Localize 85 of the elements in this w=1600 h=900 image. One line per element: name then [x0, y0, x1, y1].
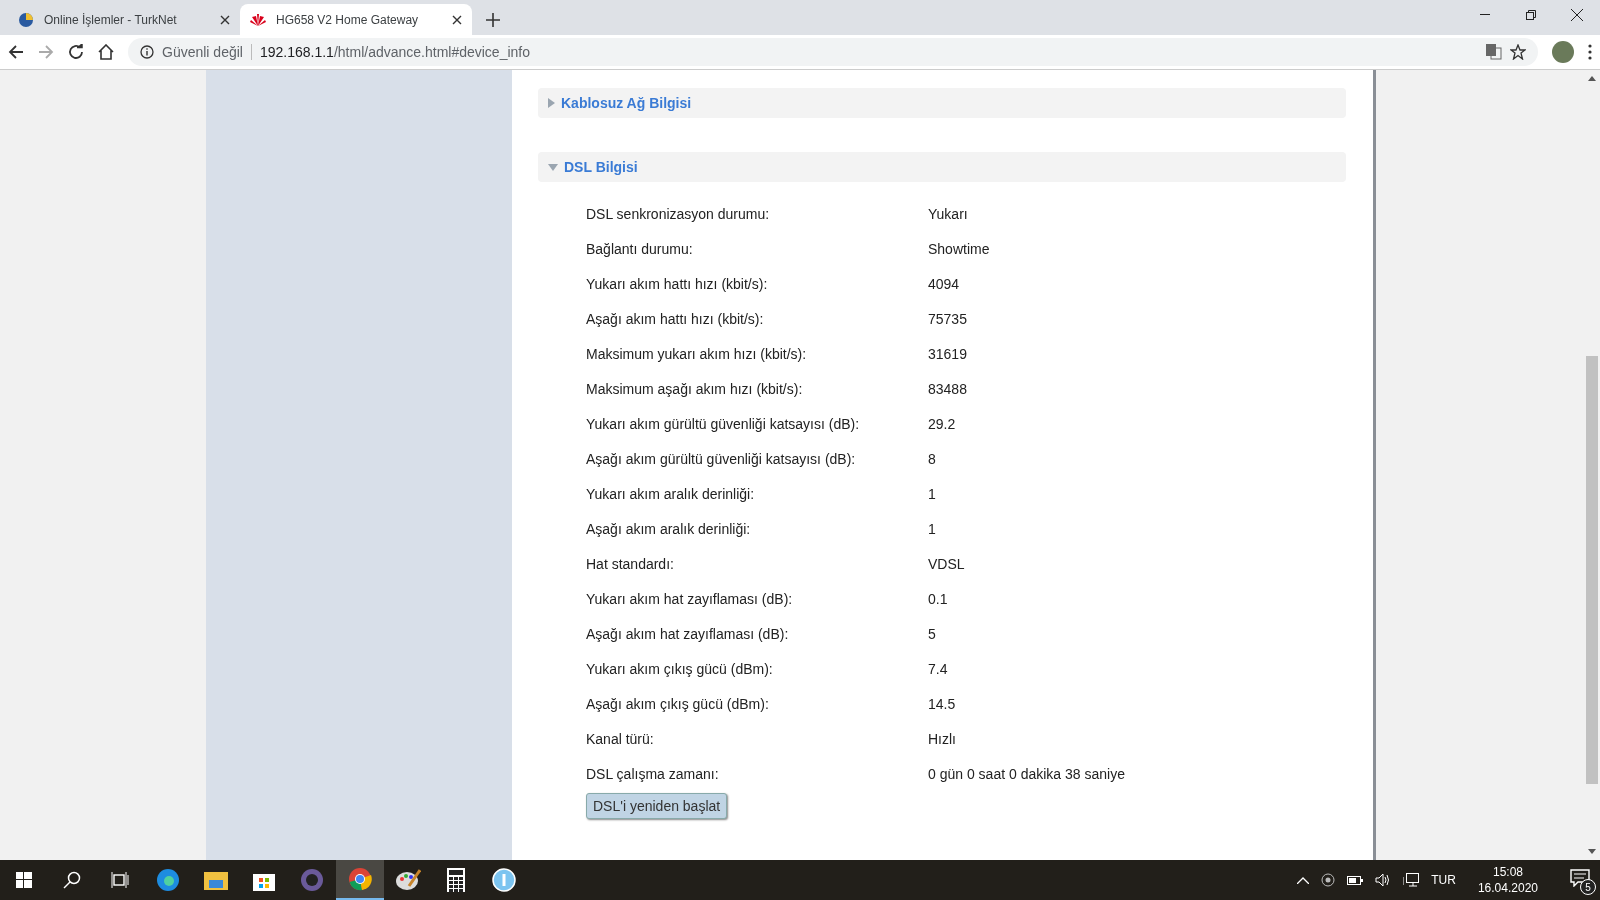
field-label: Kanal türü:: [586, 729, 655, 749]
field-value: Showtime: [928, 239, 991, 259]
orb-icon: [300, 868, 324, 892]
section-header[interactable]: DSL Bilgisi: [538, 152, 1346, 182]
field-label: Yukarı akım hattı hızı (kbit/s):: [586, 274, 769, 294]
time-text: 15:08: [1492, 865, 1523, 879]
windows-icon[interactable]: [16, 872, 32, 888]
browser-tab[interactable]: Online İşlemler - TurkNet: [8, 4, 240, 35]
field-value: 31619: [928, 344, 968, 364]
notification-count: 5: [1580, 879, 1596, 895]
field-value: 75735: [928, 309, 968, 329]
scroll-down-icon[interactable]: [1587, 849, 1596, 854]
battery-icon[interactable]: [1347, 875, 1364, 885]
section-header[interactable]: Kablosuz Ağ Bilgisi: [538, 88, 1346, 118]
close-icon[interactable]: [1571, 9, 1583, 21]
field-value: 4094: [928, 274, 961, 294]
field-label: Aşağı akım aralık derinliği:: [586, 519, 752, 539]
folder-icon: [204, 870, 228, 890]
field-value: 1: [928, 519, 937, 539]
chevron-up-icon[interactable]: [1297, 876, 1310, 884]
language-indicator[interactable]: TUR: [1431, 873, 1456, 887]
field-label: Maksimum aşağı akım hızı (kbit/s):: [586, 379, 804, 399]
back-arrow-icon[interactable]: [8, 44, 24, 60]
reload-icon[interactable]: [68, 44, 84, 60]
star-icon[interactable]: [1510, 44, 1526, 60]
field-value: 0.1: [928, 589, 949, 609]
address-bar[interactable]: Güvenli değil 192.168.1.1/html/advance.html#device_info: [128, 38, 1538, 66]
info-icon: [492, 868, 516, 892]
chrome-icon: [348, 867, 372, 891]
field-label: Aşağı akım hattı hızı (kbit/s):: [586, 309, 765, 329]
section-title: Kablosuz Ağ Bilgisi: [561, 95, 692, 111]
network-icon[interactable]: [1403, 873, 1420, 887]
flower-icon: [250, 12, 266, 27]
field-label: Aşağı akım gürültü güvenliği katsayısı (dB):: [586, 449, 857, 469]
calculator-icon: [447, 868, 465, 892]
search-icon[interactable]: [63, 871, 81, 889]
field-value: 7.4: [928, 659, 949, 679]
tab-title: HG658 V2 Home Gateway: [276, 12, 420, 27]
section-title: DSL Bilgisi: [564, 159, 638, 175]
url-text: 192.168.1.1/html/advance.html#device_info: [259, 44, 530, 60]
field-value: 83488: [928, 379, 968, 399]
scroll-up-icon[interactable]: [1587, 76, 1596, 81]
field-label: DSL senkronizasyon durumu:: [586, 204, 771, 224]
browser-icon: [156, 868, 180, 892]
info-icon: [140, 45, 154, 59]
home-icon[interactable]: [98, 44, 114, 60]
field-value: 1: [928, 484, 937, 504]
translate-icon[interactable]: [1486, 44, 1502, 60]
field-value: 29.2: [928, 414, 957, 434]
field-value: Hızlı: [928, 729, 957, 749]
field-label: DSL çalışma zamanı:: [586, 764, 720, 784]
speaker-icon[interactable]: [1375, 873, 1392, 887]
field-label: Maksimum yukarı akım hızı (kbit/s):: [586, 344, 808, 364]
field-value: 0 gün 0 saat 0 dakika 38 saniye: [928, 764, 1126, 784]
minimize-icon[interactable]: [1480, 14, 1490, 16]
date-text: 16.04.2020: [1477, 881, 1538, 895]
restart-button[interactable]: DSL'i yeniden başlat: [586, 793, 728, 819]
field-label: Yukarı akım aralık derinliği:: [586, 484, 756, 504]
caret-icon: [548, 163, 558, 171]
palette-icon: [395, 868, 421, 892]
menu-icon[interactable]: [1588, 44, 1592, 60]
clock[interactable]: 15:08 16.04.2020: [1477, 865, 1538, 895]
caret-icon: [548, 98, 555, 108]
tab-title: Online İşlemler - TurkNet: [44, 12, 178, 27]
field-value: Yukarı: [928, 204, 969, 224]
field-label: Hat standardı:: [586, 554, 675, 574]
field-label: Yukarı akım hat zayıflaması (dB):: [586, 589, 794, 609]
field-label: Bağlantı durumu:: [586, 239, 694, 259]
restore-icon[interactable]: [1526, 10, 1536, 20]
browser-tab[interactable]: HG658 V2 Home Gateway: [240, 4, 472, 35]
field-value: 14.5: [928, 694, 957, 714]
security-label: Güvenli değil: [162, 44, 252, 60]
field-label: Yukarı akım gürültü güvenliği katsayısı (dB):: [586, 414, 861, 434]
close-icon[interactable]: [452, 14, 462, 25]
field-label: Aşağı akım hat zayıflaması (dB):: [586, 624, 790, 644]
avatar-icon[interactable]: [1552, 41, 1574, 63]
new-tab-icon[interactable]: [486, 13, 500, 27]
field-label: Yukarı akım çıkış gücü (dBm):: [586, 659, 774, 679]
field-value: VDSL: [928, 554, 966, 574]
field-value: 5: [928, 624, 937, 644]
task-view-icon[interactable]: [111, 872, 129, 888]
scroll-thumb[interactable]: [1585, 356, 1598, 784]
field-value: 8: [928, 449, 937, 469]
close-icon[interactable]: [220, 14, 230, 25]
field-label: Aşağı akım çıkış gücü (dBm):: [586, 694, 770, 714]
